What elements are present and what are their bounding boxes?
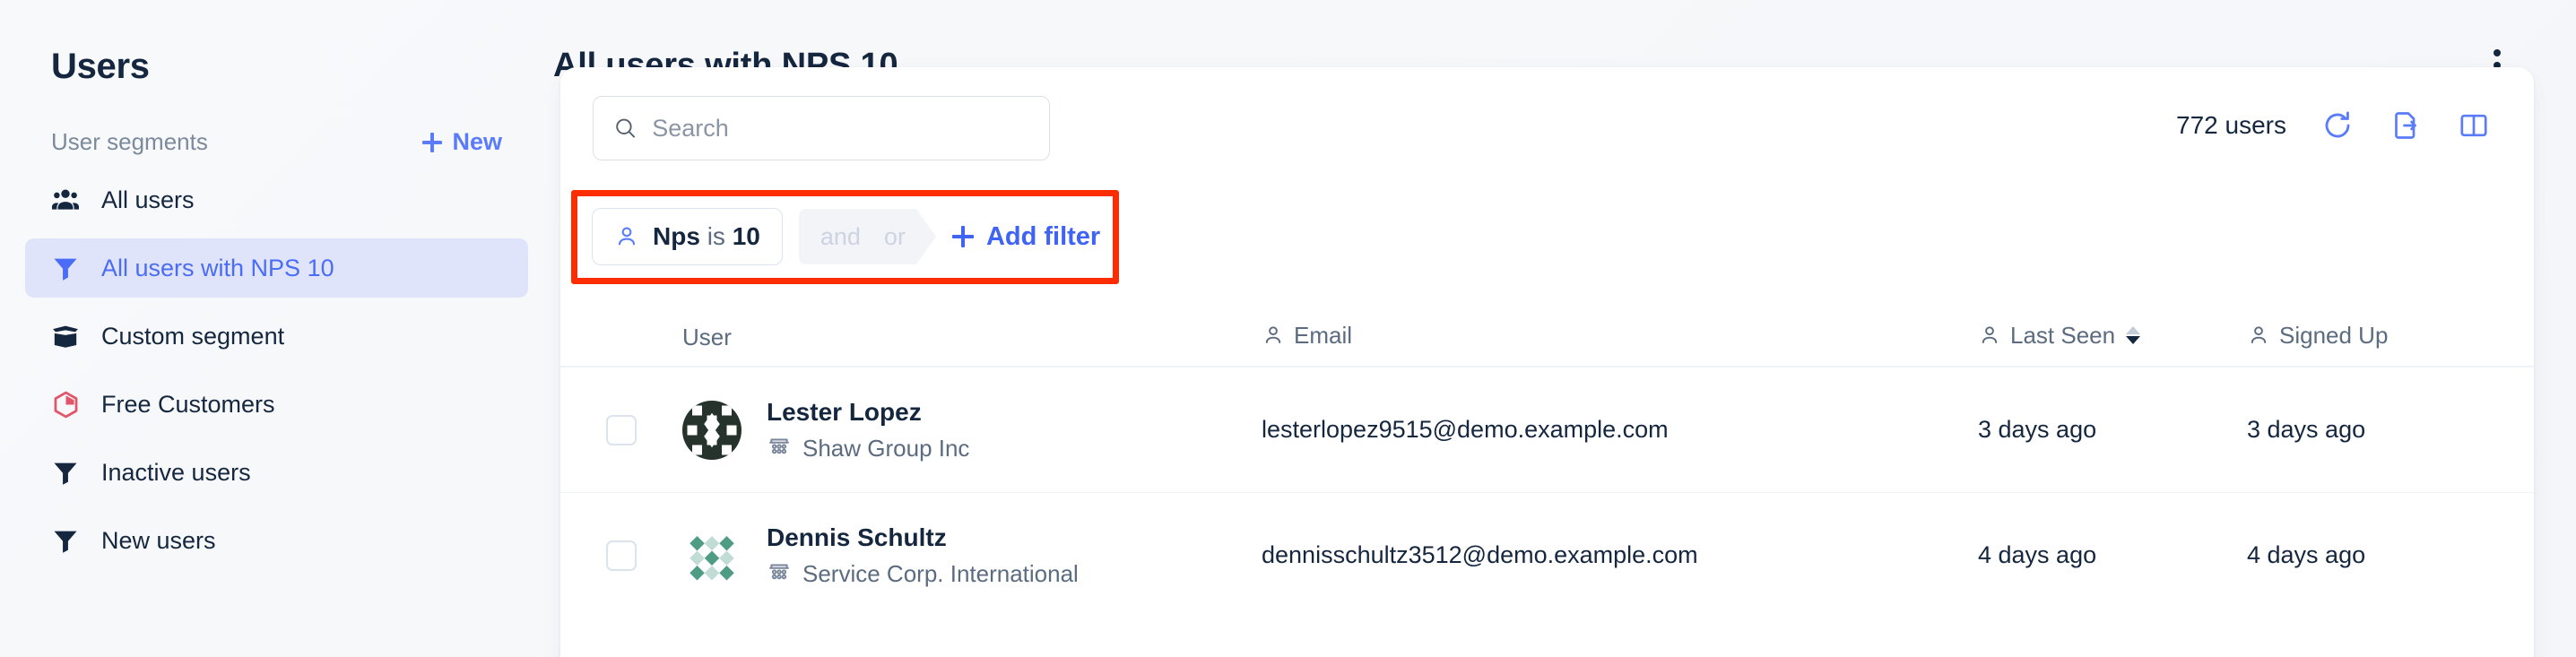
last-seen-cell-value: 3 days ago bbox=[1978, 416, 2097, 443]
last-seen-cell-value: 4 days ago bbox=[1978, 541, 2097, 568]
email-cell-value: lesterlopez9515@demo.example.com bbox=[1262, 416, 1669, 443]
search-box[interactable] bbox=[593, 96, 1050, 160]
plus-icon bbox=[422, 132, 443, 152]
filter-value: 10 bbox=[732, 222, 760, 250]
sidebar: Users User segments New All users All use… bbox=[0, 0, 553, 657]
table-toolbar: 772 users bbox=[560, 67, 2534, 160]
filter-icon bbox=[50, 253, 81, 283]
new-segment-button[interactable]: New bbox=[422, 128, 502, 156]
filter-icon bbox=[50, 457, 81, 488]
signed-up-cell-value: 4 days ago bbox=[2247, 541, 2366, 568]
filter-chip-label: Nps is 10 bbox=[653, 222, 760, 251]
users-card: 772 users bbox=[560, 67, 2534, 657]
signed-up-cell: 3 days ago bbox=[2247, 416, 2534, 444]
sidebar-item-all-users[interactable]: All users bbox=[25, 170, 528, 229]
user-company: Service Corp. International bbox=[767, 558, 1079, 590]
filter-icon bbox=[50, 525, 81, 556]
user-company-label: Service Corp. International bbox=[802, 559, 1079, 587]
columns-icon[interactable] bbox=[2457, 108, 2491, 143]
signed-up-cell: 4 days ago bbox=[2247, 541, 2534, 569]
user-info: Dennis Schultz Service Corp. Internationa… bbox=[767, 522, 1079, 590]
new-segment-label: New bbox=[452, 128, 502, 155]
sort-ascending-icon bbox=[2126, 326, 2141, 334]
user-cell: Lester Lopez Shaw Group Inc bbox=[682, 396, 1262, 464]
sidebar-item-inactive-users[interactable]: Inactive users bbox=[25, 443, 528, 502]
sidebar-item-new-users[interactable]: New users bbox=[25, 511, 528, 570]
table-row[interactable]: Lester Lopez Shaw Group Inc lesterlopez951… bbox=[560, 367, 2534, 492]
email-cell: dennisschultz3512@demo.example.com bbox=[1262, 541, 1978, 569]
person-icon bbox=[1982, 326, 1998, 343]
table-header-row: User Email Last Seen Signed Up bbox=[560, 302, 2534, 367]
toolbar-actions: 772 users bbox=[2176, 96, 2494, 143]
sidebar-title: Users bbox=[51, 47, 150, 86]
users-count: 772 users bbox=[2176, 111, 2286, 139]
plus-icon bbox=[951, 226, 974, 247]
add-filter-label: Add filter bbox=[985, 221, 1101, 251]
and-option[interactable]: and bbox=[820, 223, 861, 251]
search-input[interactable] bbox=[652, 114, 1029, 143]
person-icon bbox=[619, 227, 635, 246]
sidebar-item-label: All users bbox=[101, 186, 195, 213]
column-header-email-label: Email bbox=[1294, 321, 1353, 349]
column-header-email[interactable]: Email bbox=[1262, 322, 1352, 350]
sidebar-item-free-customers[interactable]: Free Customers bbox=[25, 375, 528, 434]
users-page: Users User segments New All users All use… bbox=[0, 0, 2576, 657]
row-checkbox[interactable] bbox=[606, 540, 637, 571]
column-header-signed-up-label: Signed Up bbox=[2279, 321, 2389, 349]
filter-chip-nps[interactable]: Nps is 10 bbox=[592, 208, 783, 265]
sidebar-item-all-users-with-nps-10[interactable]: All users with NPS 10 bbox=[25, 238, 528, 298]
person-icon bbox=[2251, 326, 2267, 343]
filter-field: Nps bbox=[653, 222, 700, 250]
table-body: Lester Lopez Shaw Group Inc lesterlopez951… bbox=[560, 367, 2534, 618]
sidebar-item-label: Custom segment bbox=[101, 322, 285, 350]
user-name[interactable]: Lester Lopez bbox=[767, 396, 969, 428]
users-group-icon bbox=[50, 185, 81, 215]
sidebar-item-label: Inactive users bbox=[101, 458, 251, 486]
users-table: User Email Last Seen Signed Up Lester Lo… bbox=[560, 302, 2534, 618]
user-name[interactable]: Dennis Schultz bbox=[767, 522, 1079, 553]
box-icon bbox=[50, 321, 81, 351]
column-header-signed-up[interactable]: Signed Up bbox=[2247, 322, 2388, 350]
user-segments-label: User segments bbox=[51, 128, 208, 155]
user-company-label: Shaw Group Inc bbox=[802, 434, 970, 462]
signed-up-cell-value: 3 days ago bbox=[2247, 416, 2366, 443]
sidebar-item-label: New users bbox=[101, 526, 216, 554]
or-option[interactable]: or bbox=[884, 223, 906, 251]
email-cell: lesterlopez9515@demo.example.com bbox=[1262, 416, 1978, 444]
export-icon[interactable] bbox=[2389, 108, 2423, 143]
user-company: Shaw Group Inc bbox=[767, 433, 969, 464]
last-seen-cell: 3 days ago bbox=[1978, 416, 2247, 444]
hexagon-icon bbox=[50, 389, 81, 419]
sort-indicator[interactable] bbox=[2126, 326, 2141, 344]
avatar bbox=[682, 525, 742, 585]
user-info: Lester Lopez Shaw Group Inc bbox=[767, 396, 969, 464]
user-segments-list: All users All users with NPS 10 Custom seg… bbox=[0, 170, 553, 570]
email-cell-value: dennisschultz3512@demo.example.com bbox=[1262, 541, 1698, 568]
company-icon bbox=[767, 433, 792, 464]
avatar bbox=[682, 400, 742, 460]
person-icon bbox=[1265, 326, 1281, 343]
column-header-last-seen-label: Last Seen bbox=[2010, 321, 2116, 349]
company-icon bbox=[767, 558, 792, 590]
sidebar-item-custom-segment[interactable]: Custom segment bbox=[25, 307, 528, 366]
last-seen-cell: 4 days ago bbox=[1978, 541, 2247, 569]
user-segments-header: User segments New bbox=[51, 128, 522, 156]
and-or-toggle[interactable]: and or bbox=[799, 209, 936, 264]
refresh-icon[interactable] bbox=[2320, 108, 2355, 143]
row-checkbox[interactable] bbox=[606, 414, 637, 445]
filter-operator: is bbox=[707, 222, 725, 250]
row-select-cell bbox=[560, 540, 682, 571]
search-icon bbox=[616, 118, 636, 138]
user-cell: Dennis Schultz Service Corp. Internationa… bbox=[682, 522, 1262, 590]
table-row[interactable]: Dennis Schultz Service Corp. Internationa… bbox=[560, 492, 2534, 618]
sort-descending-icon bbox=[2126, 336, 2141, 344]
main-content: All users with NPS 10 772 users bbox=[553, 0, 2576, 657]
sidebar-item-label: Free Customers bbox=[101, 390, 275, 418]
column-header-user[interactable]: User bbox=[682, 324, 732, 351]
add-filter-button[interactable]: Add filter bbox=[951, 221, 1101, 252]
column-header-last-seen[interactable]: Last Seen bbox=[1978, 321, 2141, 350]
sidebar-item-label: All users with NPS 10 bbox=[101, 254, 334, 281]
filter-bar-annotation: Nps is 10 and or Add filter bbox=[571, 190, 1120, 284]
row-select-cell bbox=[560, 414, 682, 445]
